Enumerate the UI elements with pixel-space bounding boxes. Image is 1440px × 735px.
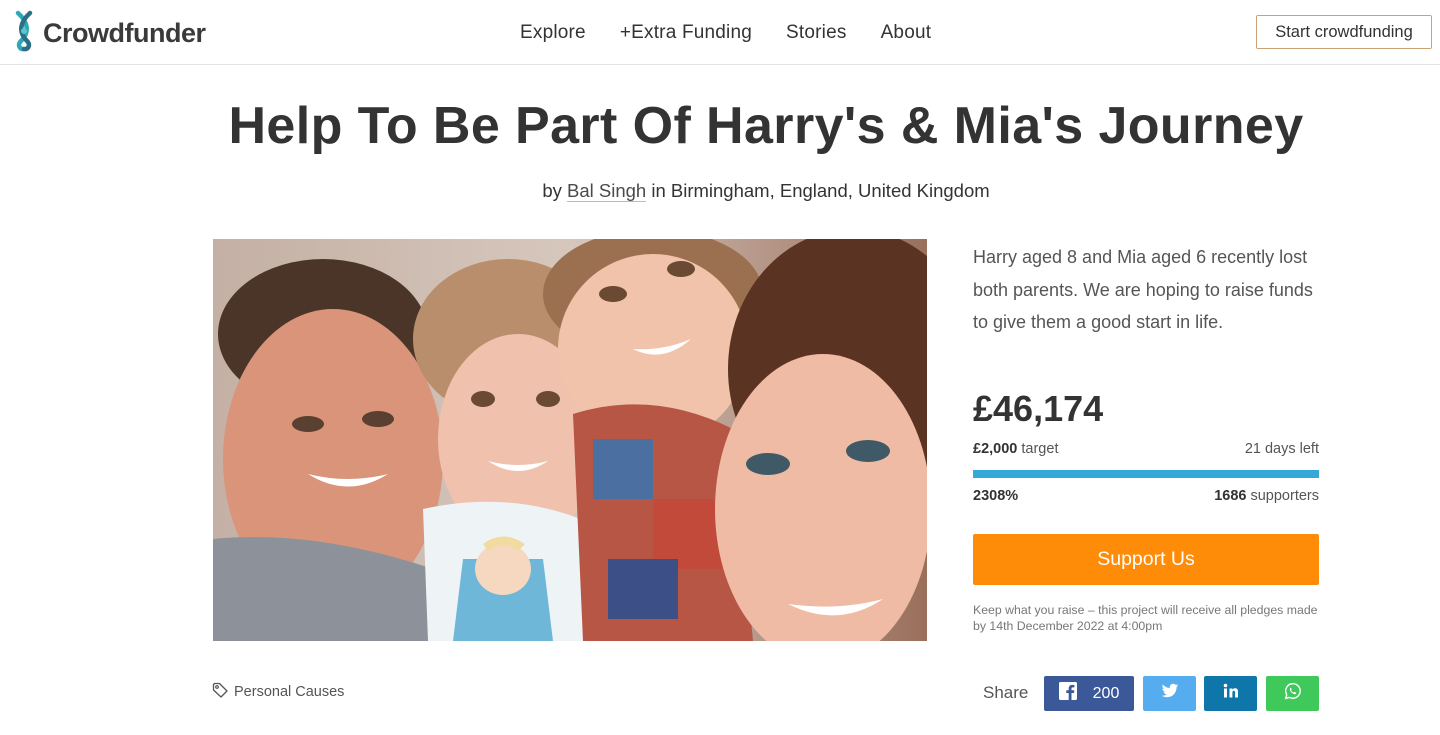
- whatsapp-icon: [1284, 682, 1302, 705]
- linkedin-icon: [1222, 682, 1240, 705]
- days-left: 21 days left: [1244, 441, 1319, 457]
- author-link[interactable]: Bal Singh: [567, 180, 647, 202]
- category-tag[interactable]: Personal Causes: [212, 682, 344, 702]
- project-description: Harry aged 8 and Mia aged 6 recently los…: [973, 247, 1313, 332]
- stats-row: 2308% 1686 supporters: [973, 488, 1319, 504]
- nav-extra-funding[interactable]: +Extra Funding: [620, 22, 752, 44]
- share-facebook-button[interactable]: 200: [1044, 676, 1134, 711]
- nav-about[interactable]: About: [881, 22, 932, 44]
- amount-raised: £46,174: [973, 388, 1104, 429]
- page-title: Help To Be Part Of Harry's & Mia's Journ…: [228, 97, 1304, 155]
- supporters-count: 1686: [1214, 488, 1247, 504]
- target-label: target: [1021, 441, 1059, 457]
- crowdfunder-logo-icon: [12, 10, 42, 57]
- category-label: Personal Causes: [234, 684, 345, 700]
- share-linkedin-button[interactable]: [1204, 676, 1257, 711]
- twitter-icon: [1161, 682, 1179, 705]
- share-twitter-button[interactable]: [1143, 676, 1196, 711]
- project-location: Birmingham, England, United Kingdom: [670, 180, 990, 201]
- funding-progress-bar: [973, 470, 1319, 478]
- start-crowdfunding-button[interactable]: Start crowdfunding: [1256, 15, 1432, 49]
- crowdfunder-logo[interactable]: Crowdfunder: [12, 10, 206, 57]
- supporters-info: 1686 supporters: [1214, 488, 1319, 504]
- tag-icon: [212, 682, 234, 702]
- funded-percent: 2308%: [973, 488, 1019, 504]
- logo-text: Crowdfunder: [43, 17, 206, 48]
- keep-what-you-raise-note: Keep what you raise – this project will …: [973, 603, 1318, 633]
- target-info: £2,000 target: [973, 441, 1058, 457]
- target-amount: £2,000: [973, 441, 1018, 457]
- facebook-icon: [1058, 682, 1077, 705]
- supporters-label: supporters: [1250, 488, 1319, 504]
- nav-stories[interactable]: Stories: [786, 22, 847, 44]
- target-row: £2,000 target 21 days left: [973, 441, 1319, 457]
- project-byline: by Bal Singh in Birmingham, England, Uni…: [0, 180, 1440, 202]
- location-prefix: in: [651, 180, 666, 201]
- share-whatsapp-button[interactable]: [1266, 676, 1319, 711]
- nav-explore[interactable]: Explore: [520, 22, 586, 44]
- facebook-share-count: 200: [1092, 684, 1120, 702]
- support-us-button[interactable]: Support Us: [973, 534, 1319, 585]
- funding-progress-fill: [973, 470, 1319, 478]
- site-header: Crowdfunder Explore +Extra Funding Stori…: [0, 0, 1440, 65]
- main-nav: Explore +Extra Funding Stories About: [520, 0, 931, 65]
- share-label: Share: [983, 683, 1029, 702]
- by-prefix: by: [542, 180, 562, 201]
- project-photo: [213, 239, 927, 641]
